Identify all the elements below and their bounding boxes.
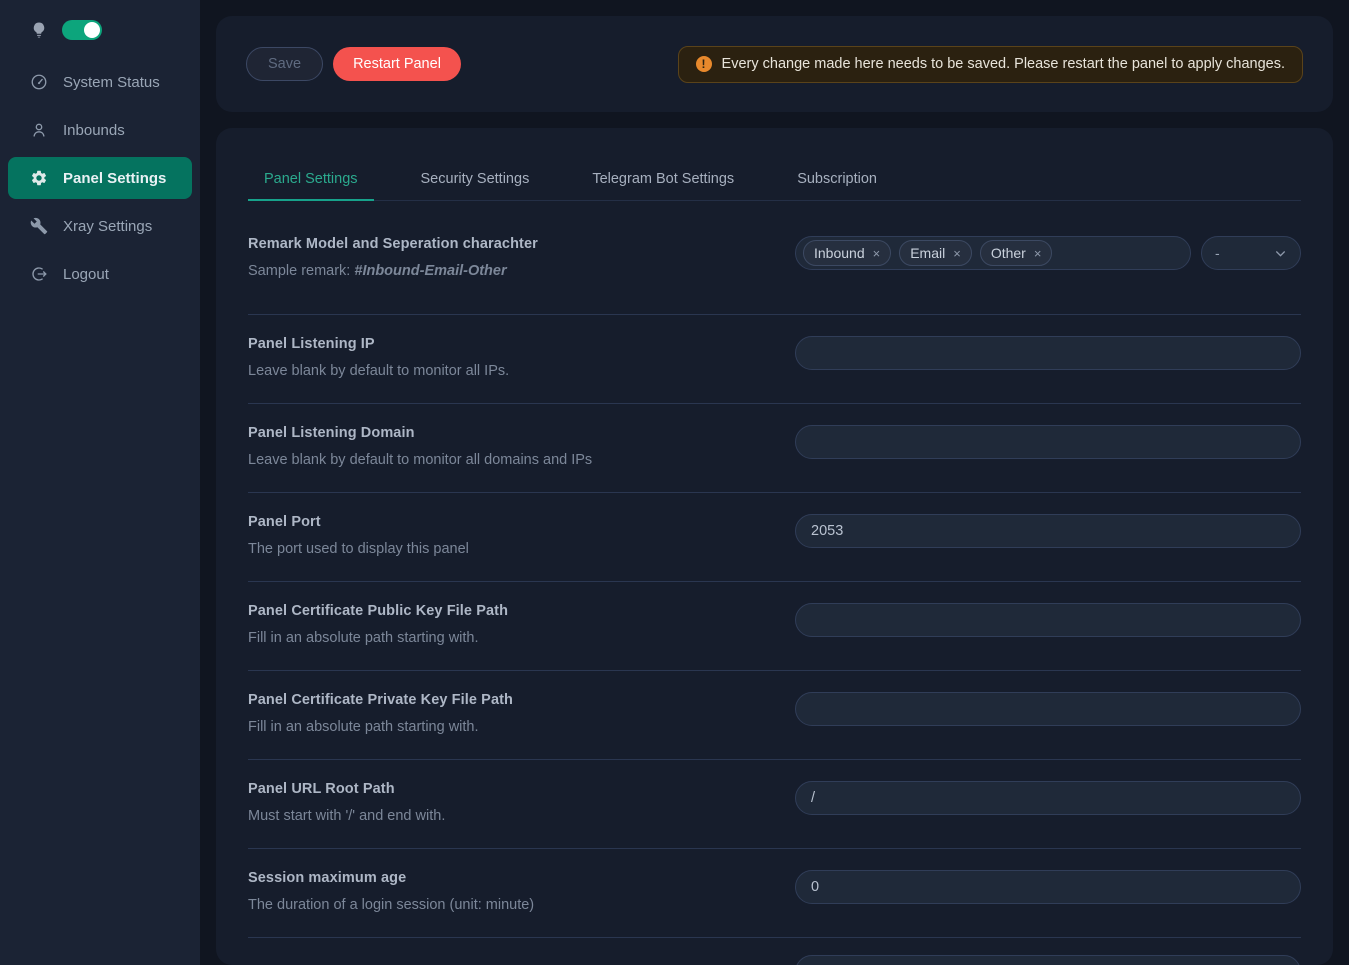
field-description: Must start with '/' and end with.	[248, 808, 765, 824]
form-row-panel-cert-public: Panel Certificate Public Key File Path Fi…	[248, 582, 1301, 671]
wrench-icon	[30, 217, 48, 235]
dashboard-icon	[30, 73, 48, 91]
row-label-block: Panel URL Root Path Must start with '/' a…	[248, 781, 795, 824]
sidebar-item-label: Logout	[63, 266, 109, 283]
row-control-block	[795, 336, 1301, 370]
panel-cert-private-input[interactable]	[795, 692, 1301, 726]
tab-panel-settings[interactable]: Panel Settings	[248, 158, 374, 200]
sidebar: System Status Inbounds Panel Settings Xray …	[0, 0, 200, 965]
form-row-panel-listening-ip: Panel Listening IP Leave blank by default…	[248, 315, 1301, 404]
warning-icon: !	[696, 56, 712, 72]
field-label: Panel Port	[248, 514, 765, 530]
row-control-block	[795, 955, 1301, 965]
sidebar-item-label: Inbounds	[63, 122, 125, 139]
row-control-block: Inbound × Email × Other × -	[795, 236, 1301, 270]
action-bar: Save Restart Panel ! Every change made h…	[216, 16, 1333, 112]
tab-security-settings[interactable]: Security Settings	[405, 158, 546, 200]
tag-label: Email	[910, 245, 945, 261]
tab-telegram-bot-settings[interactable]: Telegram Bot Settings	[576, 158, 750, 200]
sidebar-item-system-status[interactable]: System Status	[8, 61, 192, 103]
settings-tabs: Panel Settings Security Settings Telegram …	[248, 128, 1301, 201]
row-control-block	[795, 692, 1301, 726]
field-description: The port used to display this panel	[248, 541, 765, 557]
field-label: Panel URL Root Path	[248, 781, 765, 797]
tab-subscription[interactable]: Subscription	[781, 158, 893, 200]
row-label-block: Panel Certificate Private Key File Path F…	[248, 692, 795, 735]
tag-remove-icon[interactable]: ×	[953, 247, 961, 260]
field-description: The duration of a login session (unit: m…	[248, 897, 765, 913]
field-label: Panel Certificate Public Key File Path	[248, 603, 765, 619]
settings-panel: Panel Settings Security Settings Telegram …	[216, 128, 1333, 965]
form-row-cutoff-row	[248, 938, 1301, 965]
save-button[interactable]: Save	[246, 47, 323, 81]
theme-toggle[interactable]	[62, 20, 102, 40]
row-label-block: Remark Model and Seperation charachter Sa…	[248, 236, 795, 279]
chevron-down-icon	[1274, 247, 1287, 260]
gear-icon	[30, 169, 48, 187]
panel-listening-domain-input[interactable]	[795, 425, 1301, 459]
field-label: Session maximum age	[248, 870, 765, 886]
sidebar-item-label: Xray Settings	[63, 218, 152, 235]
theme-row	[0, 14, 200, 50]
logout-icon	[30, 265, 48, 283]
form-row-panel-url-root: Panel URL Root Path Must start with '/' a…	[248, 760, 1301, 849]
sidebar-item-panel-settings[interactable]: Panel Settings	[8, 157, 192, 199]
settings-form: Remark Model and Seperation charachter Sa…	[248, 201, 1301, 965]
separator-select[interactable]: -	[1201, 236, 1301, 270]
field-label: Panel Certificate Private Key File Path	[248, 692, 765, 708]
sidebar-item-label: Panel Settings	[63, 170, 166, 187]
tag-label: Other	[991, 245, 1026, 261]
field-description: Leave blank by default to monitor all do…	[248, 452, 765, 468]
tag-remove-icon[interactable]: ×	[873, 247, 881, 260]
row-control-block	[795, 425, 1301, 459]
warning-alert: ! Every change made here needs to be sav…	[678, 46, 1303, 83]
sidebar-item-inbounds[interactable]: Inbounds	[8, 109, 192, 151]
field-description: Leave blank by default to monitor all IP…	[248, 363, 765, 379]
row-control-block	[795, 514, 1301, 548]
row-label-block: Panel Listening Domain Leave blank by def…	[248, 425, 795, 468]
row-label-block: Panel Listening IP Leave blank by default…	[248, 336, 795, 379]
field-description: Fill in an absolute path starting with.	[248, 719, 765, 735]
tag-inbound: Inbound ×	[803, 240, 891, 266]
user-icon	[30, 121, 48, 139]
field-label: Panel Listening IP	[248, 336, 765, 352]
remark-tags-input[interactable]: Inbound × Email × Other ×	[795, 236, 1191, 270]
form-row-panel-cert-private: Panel Certificate Private Key File Path F…	[248, 671, 1301, 760]
panel-url-root-input[interactable]	[795, 781, 1301, 815]
form-row-panel-listening-domain: Panel Listening Domain Leave blank by def…	[248, 404, 1301, 493]
field-label: Panel Listening Domain	[248, 425, 765, 441]
panel-cert-public-input[interactable]	[795, 603, 1301, 637]
session-max-age-input[interactable]	[795, 870, 1301, 904]
tag-remove-icon[interactable]: ×	[1034, 247, 1042, 260]
sidebar-item-xray-settings[interactable]: Xray Settings	[8, 205, 192, 247]
warning-alert-text: Every change made here needs to be saved…	[722, 56, 1285, 72]
cutoff-row-input[interactable]	[795, 955, 1301, 965]
form-row-panel-port: Panel Port The port used to display this …	[248, 493, 1301, 582]
row-label-block: Session maximum age The duration of a log…	[248, 870, 795, 913]
tag-other: Other ×	[980, 240, 1053, 266]
row-control-block	[795, 870, 1301, 904]
row-control-block	[795, 603, 1301, 637]
separator-select-value: -	[1215, 245, 1220, 261]
field-description: Fill in an absolute path starting with.	[248, 630, 765, 646]
field-label: Remark Model and Seperation charachter	[248, 236, 765, 252]
tag-email: Email ×	[899, 240, 972, 266]
panel-listening-ip-input[interactable]	[795, 336, 1301, 370]
panel-port-input[interactable]	[795, 514, 1301, 548]
main-content: Save Restart Panel ! Every change made h…	[200, 0, 1349, 965]
toggle-knob	[84, 22, 100, 38]
row-control-block	[795, 781, 1301, 815]
sidebar-item-label: System Status	[63, 74, 160, 91]
form-row-session-max-age: Session maximum age The duration of a log…	[248, 849, 1301, 938]
restart-panel-button[interactable]: Restart Panel	[333, 47, 461, 81]
tag-label: Inbound	[814, 245, 865, 261]
sample-remark-value: #Inbound-Email-Other	[354, 263, 506, 279]
form-row-remark-model: Remark Model and Seperation charachter Sa…	[248, 201, 1301, 315]
sidebar-nav: System Status Inbounds Panel Settings Xray …	[0, 58, 200, 298]
field-description: Sample remark: #Inbound-Email-Other	[248, 263, 765, 279]
bulb-icon	[30, 21, 48, 39]
sidebar-item-logout[interactable]: Logout	[8, 253, 192, 295]
row-label-block: Panel Port The port used to display this …	[248, 514, 795, 557]
row-label-block: Panel Certificate Public Key File Path Fi…	[248, 603, 795, 646]
